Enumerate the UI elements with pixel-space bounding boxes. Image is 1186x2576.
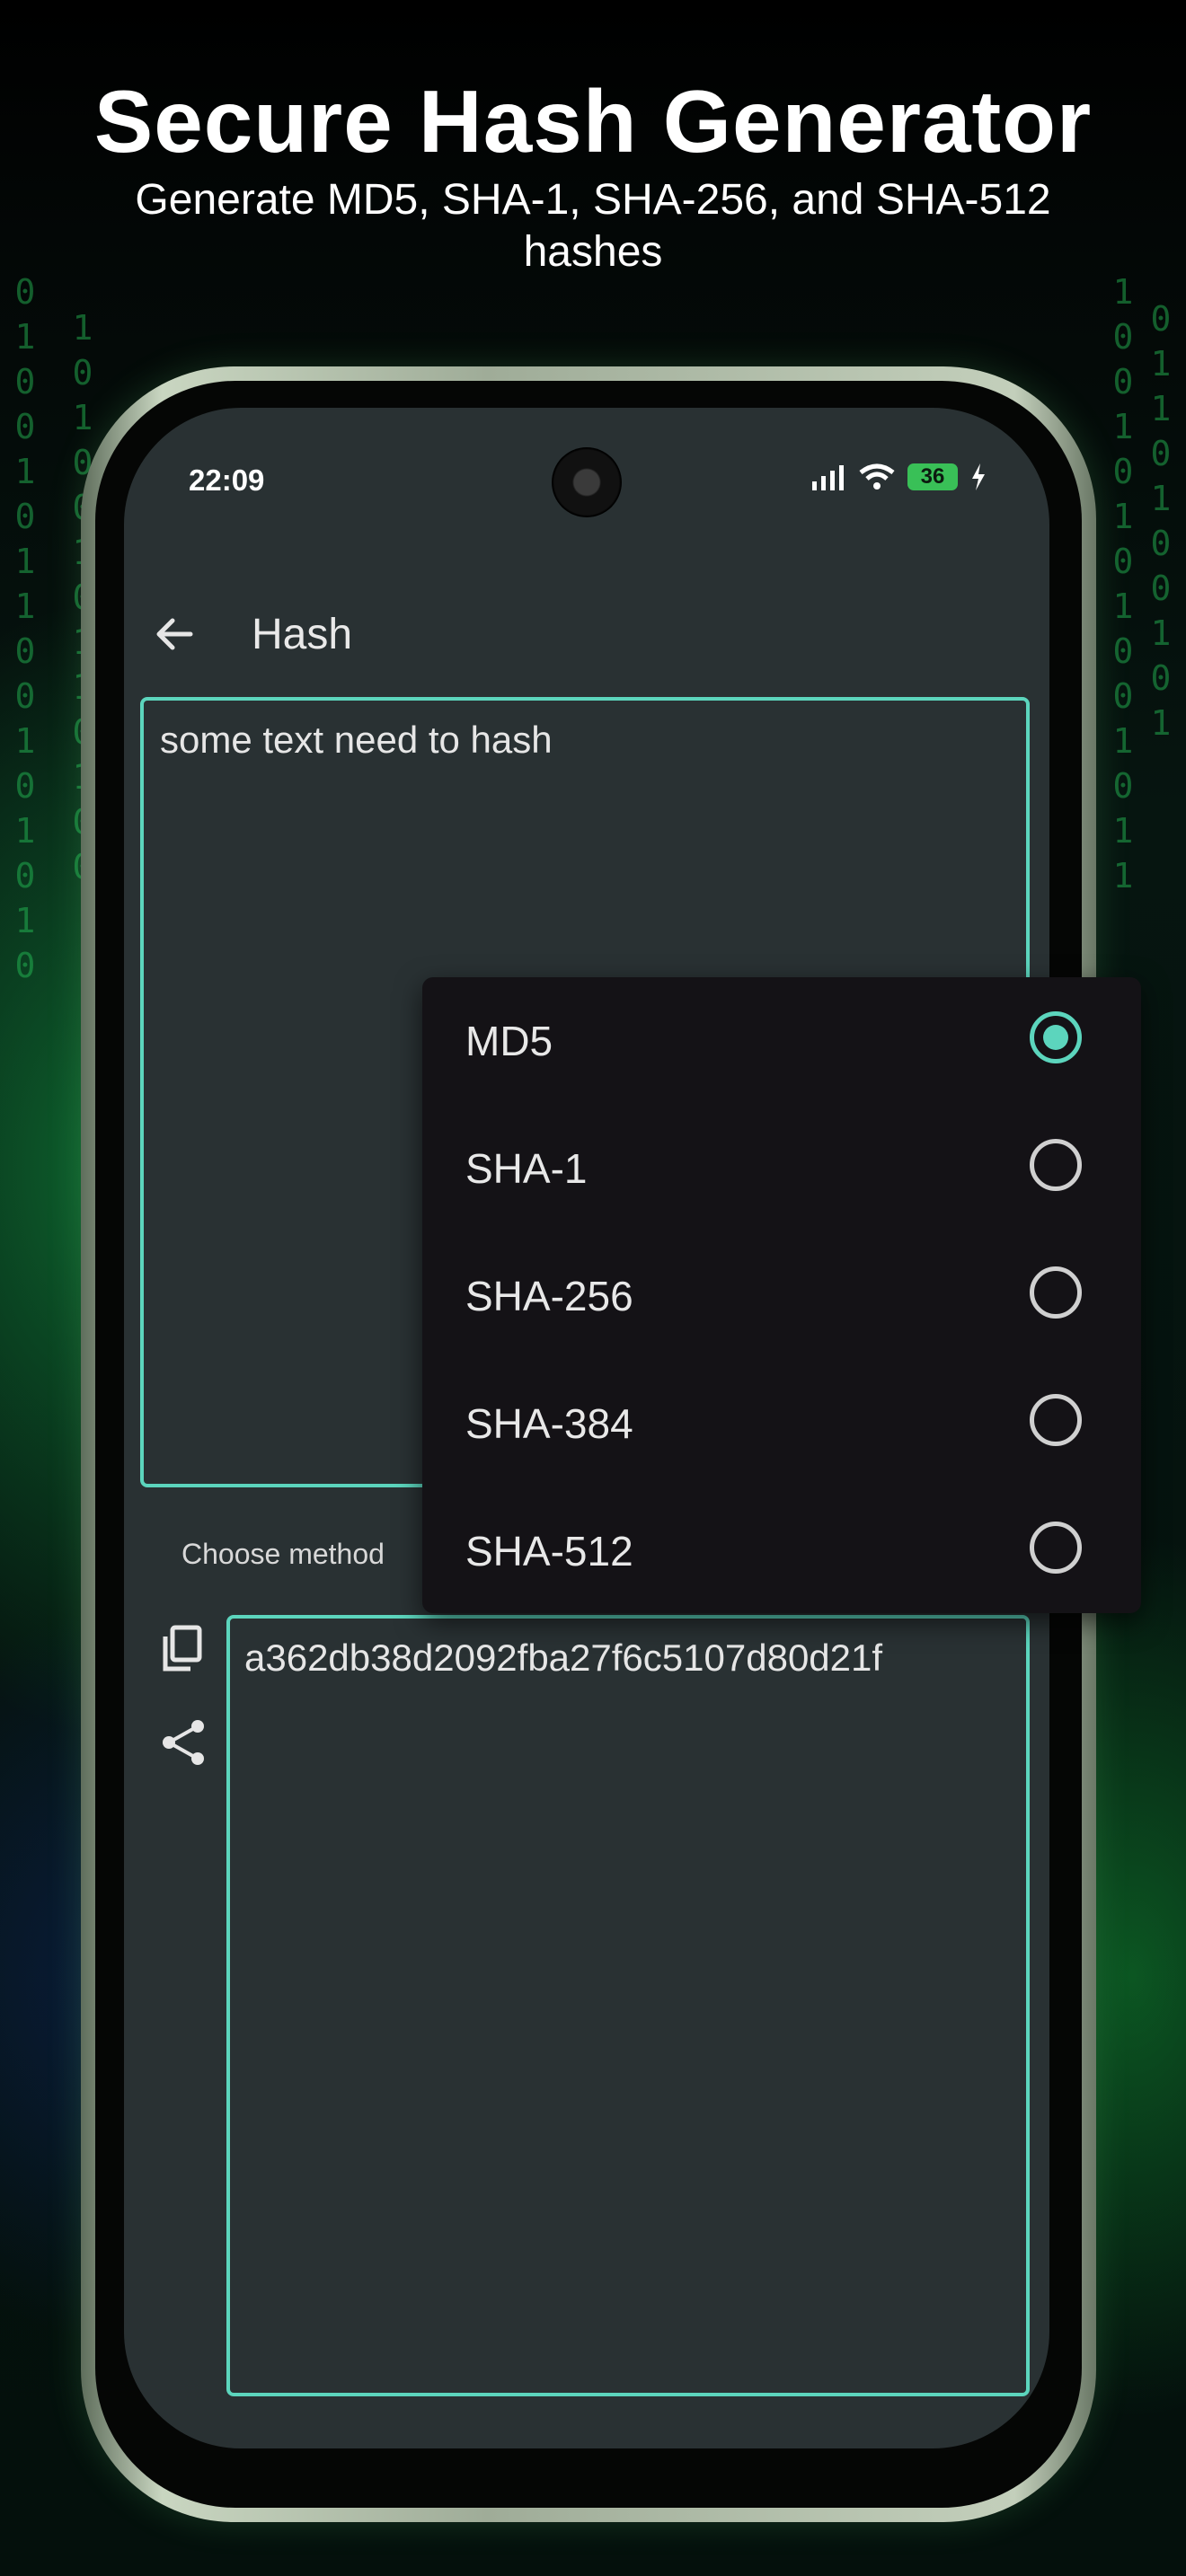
binary-rain: 1 0 0 1 0 1 0 1 0 0 1 0 1 1 bbox=[1112, 272, 1134, 895]
hash-output-field[interactable]: a362db38d2092fba27f6c5107d80d21f bbox=[226, 1615, 1030, 2396]
battery-indicator: 36 bbox=[907, 463, 958, 490]
menu-item-label: SHA-512 bbox=[465, 1528, 633, 1575]
menu-item-sha-1[interactable]: SHA-1 bbox=[422, 1105, 1141, 1231]
status-time: 22:09 bbox=[189, 463, 265, 497]
radio-unselected-icon[interactable] bbox=[1030, 1394, 1082, 1446]
menu-item-label: SHA-384 bbox=[465, 1400, 633, 1447]
page-title: Hash bbox=[252, 611, 353, 658]
menu-item-sha-256[interactable]: SHA-256 bbox=[422, 1232, 1141, 1358]
signal-icon bbox=[812, 465, 844, 490]
choose-method-label[interactable]: Choose method bbox=[181, 1538, 385, 1571]
hero-title: Secure Hash Generator bbox=[93, 72, 1093, 171]
hero-subtitle: Generate MD5, SHA-1, SHA-256, and SHA-51… bbox=[135, 176, 1051, 276]
radio-selected-icon[interactable] bbox=[1030, 1011, 1082, 1063]
charging-icon bbox=[972, 463, 985, 490]
binary-rain: 0 1 1 0 1 0 0 1 0 1 bbox=[1150, 299, 1172, 743]
menu-item-md5[interactable]: MD5 bbox=[422, 977, 1141, 1103]
menu-item-label: MD5 bbox=[465, 1018, 553, 1064]
hero: Secure Hash Generator Generate MD5, SHA-… bbox=[0, 72, 1186, 278]
hash-output-text: a362db38d2092fba27f6c5107d80d21f bbox=[244, 1636, 883, 1679]
radio-unselected-icon[interactable] bbox=[1030, 1139, 1082, 1191]
hash-method-menu: MD5 SHA-1 SHA-256 SHA-384 SHA-512 bbox=[422, 977, 1141, 1613]
app-bar: Hash bbox=[124, 587, 1049, 677]
front-camera bbox=[552, 447, 622, 517]
menu-item-label: SHA-256 bbox=[465, 1273, 633, 1319]
menu-item-sha-384[interactable]: SHA-384 bbox=[422, 1360, 1141, 1486]
radio-unselected-icon[interactable] bbox=[1030, 1266, 1082, 1319]
menu-item-label: SHA-1 bbox=[465, 1145, 588, 1192]
menu-item-sha-512[interactable]: SHA-512 bbox=[422, 1487, 1141, 1613]
radio-unselected-icon[interactable] bbox=[1030, 1522, 1082, 1574]
binary-rain: 0 1 0 0 1 0 1 1 0 0 1 0 1 0 1 0 bbox=[14, 272, 36, 985]
share-icon[interactable] bbox=[156, 1716, 210, 1769]
hash-input-text: some text need to hash bbox=[160, 719, 553, 761]
status-icons: 36 bbox=[810, 463, 987, 490]
wifi-icon bbox=[859, 463, 895, 490]
arrow-back-icon[interactable] bbox=[149, 609, 199, 659]
copy-icon[interactable] bbox=[156, 1622, 210, 1676]
